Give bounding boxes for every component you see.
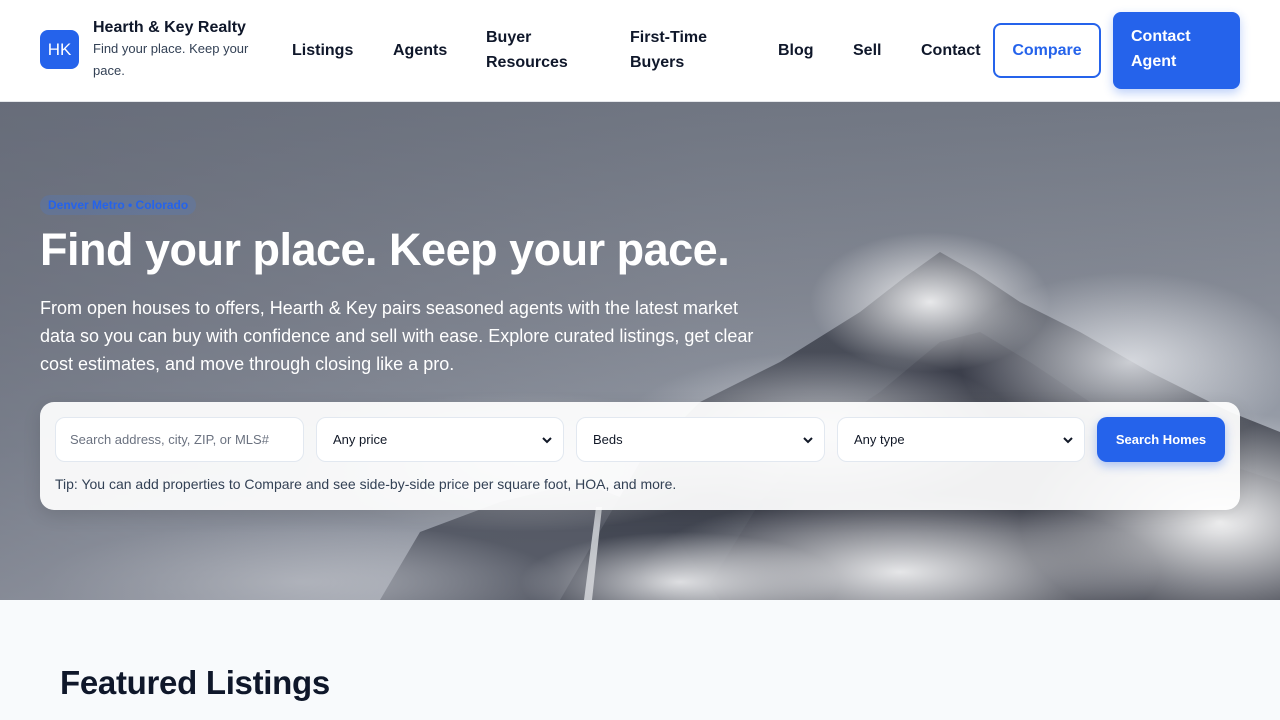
location-badge: Denver Metro • Colorado [40, 195, 197, 215]
logo-icon: HK [40, 30, 79, 69]
nav-blog[interactable]: Blog [778, 38, 814, 63]
search-homes-button[interactable]: Search Homes [1097, 417, 1225, 462]
nav-first-time-buyers[interactable]: First-Time Buyers [630, 25, 720, 75]
search-panel: Search address, city, ZIP, or MLS# Any p… [40, 402, 1240, 510]
brand-tagline: Find your place. Keep your pace. [93, 41, 249, 78]
type-select[interactable]: Any type [837, 417, 1085, 462]
type-select-value: Any type [854, 432, 905, 447]
price-select-value: Any price [333, 432, 388, 447]
brand[interactable]: HK Hearth & Key Realty Find your place. … [40, 18, 268, 82]
nav-agents[interactable]: Agents [393, 38, 447, 63]
hero-description: From open houses to offers, Hearth & Key… [40, 298, 754, 374]
contact-agent-button[interactable]: Contact Agent [1113, 12, 1240, 89]
site-header: HK Hearth & Key Realty Find your place. … [0, 0, 1280, 102]
nav-contact[interactable]: Contact [921, 38, 981, 63]
chevron-down-icon [1063, 436, 1073, 443]
nav-sell[interactable]: Sell [853, 38, 881, 63]
brand-text: Hearth & Key Realty Find your place. Kee… [93, 18, 268, 82]
brand-name: Hearth & Key Realty [93, 19, 246, 36]
nav-buyer-resources[interactable]: Buyer Resources [486, 25, 576, 75]
search-tip: Tip: You can add properties to Compare a… [55, 476, 677, 492]
hero-section: Denver Metro • Colorado Find your place.… [0, 102, 1280, 600]
search-input[interactable]: Search address, city, ZIP, or MLS# [55, 417, 304, 462]
chevron-down-icon [803, 436, 813, 443]
beds-select-value: Beds [593, 432, 623, 447]
compare-button[interactable]: Compare [993, 23, 1101, 78]
nav-listings[interactable]: Listings [292, 38, 353, 63]
hero-title: Find your place. Keep your pace. [40, 224, 730, 275]
beds-select[interactable]: Beds [576, 417, 825, 462]
featured-listings-title: Featured Listings [60, 664, 330, 701]
price-select[interactable]: Any price [316, 417, 564, 462]
chevron-down-icon [542, 436, 552, 443]
